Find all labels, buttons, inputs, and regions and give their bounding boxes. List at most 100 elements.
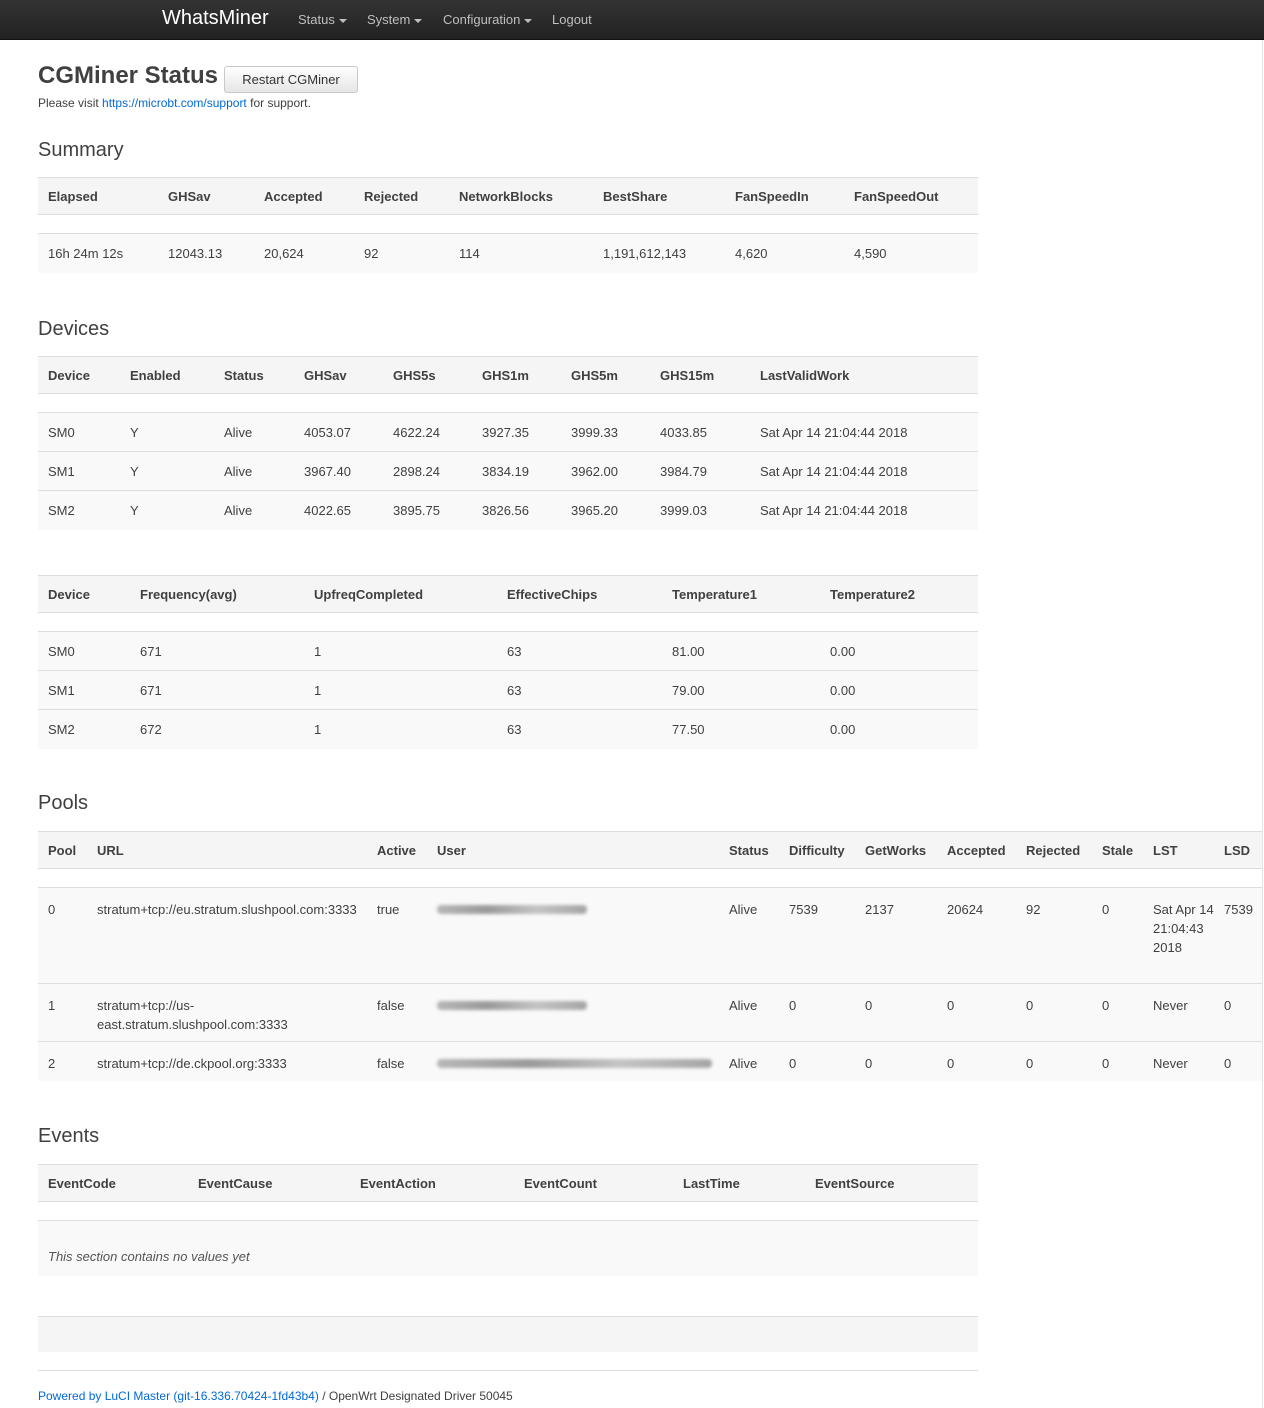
pool-cell: 0 <box>937 983 1016 1042</box>
pools-col-lsd: LSD <box>1214 831 1262 869</box>
detail-cell: 0.00 <box>820 670 978 710</box>
pools-col-url: URL <box>87 831 367 869</box>
pool-cell: 0 <box>1092 983 1143 1042</box>
device-cell: Y <box>120 451 214 491</box>
pool-cell: 2 <box>38 1041 87 1081</box>
pool-cell: 92 <box>1016 887 1092 984</box>
summary-col-fanspeedout: FanSpeedOut <box>844 177 978 215</box>
details-col-frequency: Frequency(avg) <box>130 575 304 613</box>
table-spacer <box>38 393 978 413</box>
nav-status-label: Status <box>298 12 335 27</box>
pool-cell: 0 <box>1016 1041 1092 1081</box>
devices-heading: Devices <box>38 318 110 340</box>
detail-cell: 79.00 <box>662 670 820 710</box>
table-spacer <box>38 214 978 234</box>
table-row: SM0 671 1 63 81.00 0.00 <box>38 631 978 671</box>
pool-url: stratum+tcp://de.ckpool.org:3333 <box>87 1041 367 1081</box>
table-row: SM2 Y Alive 4022.65 3895.75 3826.56 3965… <box>38 490 978 530</box>
table-spacer <box>38 1201 978 1221</box>
summary-table: Elapsed GHSav Accepted Rejected NetworkB… <box>38 177 978 273</box>
nav-configuration-label: Configuration <box>443 12 521 27</box>
pools-col-difficulty: Difficulty <box>779 831 855 869</box>
support-suffix: for support. <box>250 96 311 110</box>
device-cell: 3965.20 <box>561 490 650 530</box>
pool-cell: true <box>367 887 427 984</box>
device-cell: Alive <box>214 412 294 452</box>
device-cell: 3999.03 <box>650 490 750 530</box>
nav-logout-link[interactable]: Logout <box>552 12 592 27</box>
summary-col-bestshare: BestShare <box>593 177 725 215</box>
nav-configuration-menu[interactable]: Configuration <box>443 12 533 27</box>
devices-col-ghs1m: GHS1m <box>472 356 561 394</box>
pools-col-status: Status <box>719 831 779 869</box>
device-cell: 3984.79 <box>650 451 750 491</box>
detail-cell: SM1 <box>38 670 130 710</box>
devices-col-device: Device <box>38 356 120 394</box>
pool-cell: Sat Apr 14 21:04:43 2018 <box>1143 887 1214 984</box>
support-line: Please visit https://microbt.com/support… <box>38 96 311 110</box>
device-cell: 3826.56 <box>472 490 561 530</box>
nav-system-menu[interactable]: System <box>367 12 423 27</box>
detail-cell: 1 <box>304 631 497 671</box>
device-cell: SM2 <box>38 490 120 530</box>
pool-user-redacted <box>427 1041 719 1081</box>
devices-col-status: Status <box>214 356 294 394</box>
pool-cell: 0 <box>937 1041 1016 1081</box>
devices-col-enabled: Enabled <box>120 356 214 394</box>
pool-cell: Alive <box>719 983 779 1042</box>
pool-url: stratum+tcp://eu.stratum.slushpool.com:3… <box>87 887 367 984</box>
device-cell: 3962.00 <box>561 451 650 491</box>
empty-state-row: This section contains no values yet <box>38 1220 978 1276</box>
pools-col-lst: LST <box>1143 831 1214 869</box>
pool-cell: 0 <box>779 983 855 1042</box>
events-heading: Events <box>38 1125 100 1147</box>
table-spacer <box>38 868 1262 888</box>
restart-cgminer-button[interactable]: Restart CGMiner <box>224 66 358 93</box>
details-col-chips: EffectiveChips <box>497 575 662 613</box>
device-cell: 3895.75 <box>383 490 472 530</box>
devices-col-lastvalidwork: LastValidWork <box>750 356 978 394</box>
device-cell: 2898.24 <box>383 451 472 491</box>
pools-heading: Pools <box>38 792 89 814</box>
pools-col-accepted: Accepted <box>937 831 1016 869</box>
details-col-device: Device <box>38 575 130 613</box>
table-row: 2 stratum+tcp://de.ckpool.org:3333 false… <box>38 1041 1262 1081</box>
pools-col-getworks: GetWorks <box>855 831 937 869</box>
footer-divider <box>38 1370 978 1371</box>
pool-cell: 7539 <box>1214 887 1262 984</box>
detail-cell: 81.00 <box>662 631 820 671</box>
device-cell: Alive <box>214 490 294 530</box>
footer-version: / OpenWrt Designated Driver 50045 <box>322 1389 513 1403</box>
summary-col-fanspeedin: FanSpeedIn <box>725 177 844 215</box>
nav-status-menu[interactable]: Status <box>298 12 347 27</box>
pool-cell: 0 <box>1214 1041 1262 1081</box>
detail-cell: SM2 <box>38 709 130 749</box>
pool-cell: 0 <box>1016 983 1092 1042</box>
luci-link[interactable]: Powered by LuCI Master (git-16.336.70424… <box>38 1389 319 1403</box>
summary-col-accepted: Accepted <box>254 177 354 215</box>
pool-cell: false <box>367 1041 427 1081</box>
pool-cell: 0 <box>1092 887 1143 984</box>
summary-col-elapsed: Elapsed <box>38 177 158 215</box>
details-col-temp2: Temperature2 <box>820 575 978 613</box>
pool-cell: Alive <box>719 887 779 984</box>
device-cell: 4033.85 <box>650 412 750 452</box>
support-link[interactable]: https://microbt.com/support <box>102 96 247 110</box>
footer: Powered by LuCI Master (git-16.336.70424… <box>38 1389 513 1403</box>
brand-logo[interactable]: WhatsMiner <box>162 7 269 30</box>
devices-col-ghs5m: GHS5m <box>561 356 650 394</box>
pool-cell: 7539 <box>779 887 855 984</box>
empty-state-text: This section contains no values yet <box>38 1220 978 1276</box>
pool-cell: 0 <box>855 983 937 1042</box>
redacted-blur <box>437 1059 712 1068</box>
summary-bestshare-value: 1,191,612,143 <box>593 233 725 273</box>
pool-cell: 0 <box>855 1041 937 1081</box>
nav-system-label: System <box>367 12 411 27</box>
device-cell: Y <box>120 412 214 452</box>
table-row: SM0 Y Alive 4053.07 4622.24 3927.35 3999… <box>38 412 978 452</box>
device-details-table: Device Frequency(avg) UpfreqCompleted Ef… <box>38 575 978 749</box>
events-col-action: EventAction <box>350 1164 514 1202</box>
detail-cell: 1 <box>304 670 497 710</box>
detail-cell: 671 <box>130 670 304 710</box>
summary-col-ghsav: GHSav <box>158 177 254 215</box>
